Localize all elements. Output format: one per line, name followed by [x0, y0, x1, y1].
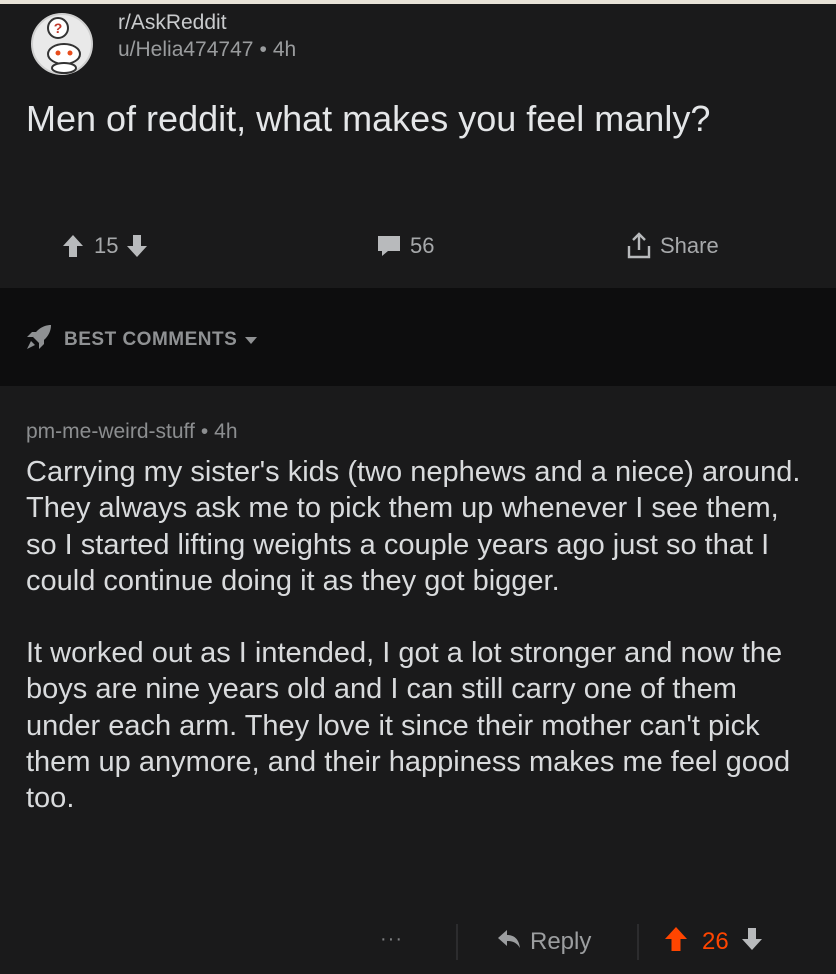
- comments-button[interactable]: 56: [376, 226, 434, 266]
- share-icon: [626, 232, 652, 260]
- comment-vote: 26: [664, 924, 763, 960]
- comment-count: 56: [410, 233, 435, 258]
- post-card: ? r/AskReddit u/Helia474747 • 4h Men of re…: [0, 4, 836, 288]
- reply-button[interactable]: Reply: [496, 924, 591, 960]
- reply-label: Reply: [530, 928, 592, 955]
- post-score: 15: [94, 233, 119, 258]
- post-age: 4h: [272, 38, 297, 61]
- more-options-button[interactable]: ···: [380, 928, 403, 951]
- comment-score: 26: [702, 928, 729, 955]
- sort-bar: BEST COMMENTS: [0, 288, 836, 386]
- chevron-down-icon: [245, 329, 258, 351]
- comment-author[interactable]: pm-me-weird-stuff: [26, 420, 195, 443]
- comment-age: 4h: [214, 420, 238, 443]
- sort-dropdown[interactable]: BEST COMMENTS: [24, 322, 258, 358]
- comment-paragraph: Carrying my sister's kids (two nephews a…: [26, 456, 801, 597]
- upvote-icon[interactable]: [62, 234, 84, 258]
- avatar-icon[interactable]: ?: [24, 12, 100, 76]
- meta-separator: •: [259, 38, 267, 61]
- post-byline: u/Helia474747 • 4h: [118, 36, 296, 64]
- reply-icon: [496, 928, 522, 957]
- comment-icon: [376, 234, 402, 258]
- subreddit-link[interactable]: r/AskReddit: [118, 10, 296, 36]
- post-vote: 15: [62, 226, 148, 266]
- post-title[interactable]: Men of reddit, what makes you feel manly…: [26, 96, 806, 142]
- divider: [637, 924, 639, 960]
- share-label: Share: [660, 233, 719, 258]
- comment-body: Carrying my sister's kids (two nephews a…: [26, 454, 816, 817]
- post-author[interactable]: u/Helia474747: [118, 38, 253, 61]
- upvote-icon[interactable]: [664, 926, 688, 959]
- comment-meta: pm-me-weird-stuff • 4h: [26, 420, 238, 444]
- sort-label: BEST COMMENTS: [64, 329, 238, 350]
- divider: [456, 924, 458, 960]
- comment-paragraph: It worked out as I intended, I got a lot…: [26, 637, 791, 815]
- comment-card: pm-me-weird-stuff • 4h Carrying my sister'…: [0, 386, 836, 974]
- meta-separator: •: [200, 420, 209, 443]
- downvote-icon[interactable]: [741, 927, 763, 958]
- post-actions: 15 56 Share: [0, 226, 836, 266]
- post-meta: r/AskReddit u/Helia474747 • 4h: [118, 10, 296, 64]
- share-button[interactable]: Share: [626, 226, 719, 266]
- downvote-icon[interactable]: [126, 234, 148, 258]
- comment-actions: ··· Reply 26: [0, 924, 836, 960]
- rocket-icon: [24, 322, 54, 358]
- svg-text:?: ?: [54, 20, 63, 36]
